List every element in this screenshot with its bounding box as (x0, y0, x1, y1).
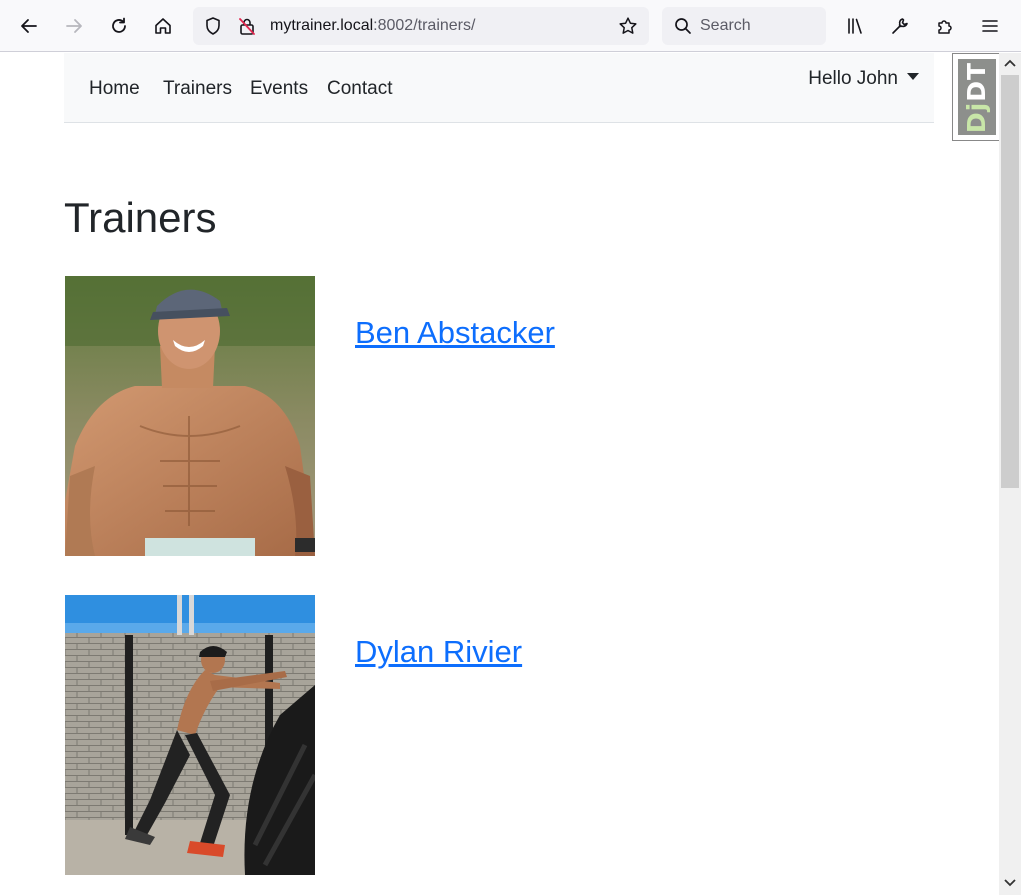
shield-icon[interactable] (203, 16, 223, 36)
puzzle-icon (938, 20, 952, 34)
debug-toolbar-handle[interactable]: DjDT (952, 53, 999, 141)
nav-link-events[interactable]: Events (250, 78, 308, 100)
url-host: mytrainer.local (270, 17, 374, 34)
search-bar[interactable]: Search (662, 7, 826, 45)
arrow-right-icon (66, 19, 82, 33)
forward-button[interactable] (56, 8, 92, 44)
reload-icon (112, 17, 126, 33)
trainer-photo-ben[interactable] (65, 276, 315, 556)
url-bar[interactable]: mytrainer.local:8002/trainers/ (193, 7, 649, 45)
library-icon (848, 18, 862, 34)
search-placeholder: Search (700, 17, 751, 34)
page-title: Trainers (64, 194, 217, 241)
caret-down-icon (907, 73, 919, 80)
browser-toolbar: mytrainer.local:8002/trainers/ Search (0, 0, 1021, 52)
debug-toolbar-logo: DjDT (958, 59, 996, 135)
user-greeting: Hello John (808, 68, 898, 89)
debug-toolbar-label: DjDT (962, 61, 992, 133)
star-icon[interactable] (618, 16, 638, 36)
url-text[interactable]: mytrainer.local:8002/trainers/ (270, 17, 475, 35)
trainer-image (65, 276, 315, 556)
url-path: :8002/trainers/ (373, 17, 476, 34)
trainer-photo-dylan[interactable] (65, 595, 315, 875)
back-button[interactable] (11, 8, 47, 44)
nav-link-contact[interactable]: Contact (327, 78, 392, 100)
arrow-left-icon (21, 19, 37, 33)
home-button[interactable] (145, 8, 181, 44)
nav-link-trainers[interactable]: Trainers (163, 78, 232, 100)
site-navbar: Home Trainers Events Contact Hello John (64, 53, 934, 123)
scroll-thumb[interactable] (1001, 75, 1019, 488)
library-button[interactable] (837, 8, 873, 44)
user-dropdown[interactable]: Hello John (808, 68, 919, 90)
trainer-image (65, 595, 315, 875)
page-scrollbar[interactable] (999, 53, 1021, 895)
trainer-link-ben[interactable]: Ben Abstacker (355, 315, 555, 351)
nav-link-home[interactable]: Home (89, 78, 140, 100)
hamburger-icon (982, 20, 998, 32)
scroll-down-icon[interactable] (1003, 877, 1017, 889)
search-icon (675, 18, 691, 34)
extensions-button[interactable] (927, 8, 963, 44)
home-icon (155, 18, 171, 34)
insecure-lock-icon[interactable] (237, 16, 257, 36)
menu-button[interactable] (972, 8, 1008, 44)
page-viewport: Home Trainers Events Contact Hello John … (0, 53, 999, 895)
scroll-up-icon[interactable] (1003, 57, 1017, 69)
reload-button[interactable] (101, 8, 137, 44)
trainer-link-dylan[interactable]: Dylan Rivier (355, 634, 522, 670)
dev-tools-button[interactable] (882, 8, 918, 44)
wrench-icon (892, 18, 908, 34)
